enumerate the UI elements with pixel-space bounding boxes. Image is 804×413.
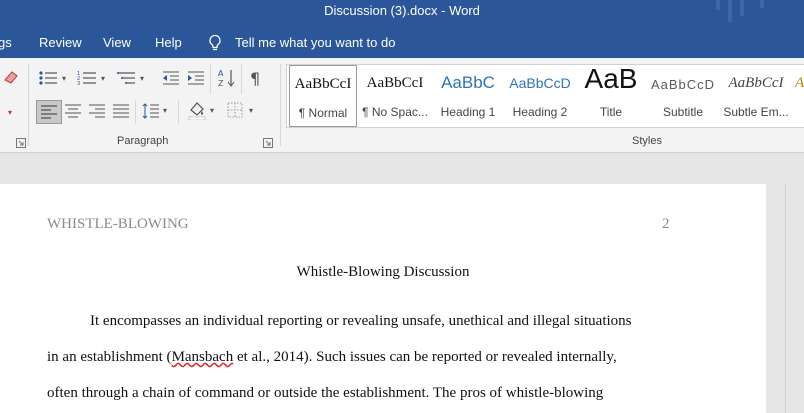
svg-text:Z: Z (218, 79, 224, 88)
chevron-down-icon[interactable]: ▾ (101, 74, 105, 83)
style-preview-cut: A (795, 75, 804, 91)
group-divider (135, 100, 136, 124)
spelling-error[interactable]: Mansbach (172, 349, 234, 365)
styles-group-label: Styles (632, 135, 662, 147)
chevron-down-icon[interactable]: ▾ (8, 108, 12, 117)
decor-stripe (760, 0, 764, 8)
align-left-icon (41, 105, 57, 119)
increase-indent-icon[interactable] (187, 70, 205, 86)
decor-stripe (728, 0, 732, 22)
style-name: Title (599, 105, 623, 119)
style-preview: AaBbCcI (366, 75, 424, 91)
style-name: Subtle Em... (723, 105, 789, 119)
style-subtle-emphasis[interactable]: AaBbCcI Subtle Em... (721, 65, 791, 125)
style-preview: AaBbCcI (294, 76, 352, 92)
style-preview: AaBbC (441, 73, 495, 92)
style-preview: AaBbCcD (650, 77, 716, 92)
style-preview: AaBbCcD (509, 75, 571, 91)
tab-help[interactable]: Help (155, 35, 182, 50)
chevron-down-icon[interactable]: ▾ (62, 74, 66, 83)
style-preview: AaB (584, 63, 638, 94)
tab-mailings[interactable]: gs (0, 35, 12, 50)
svg-text:3: 3 (77, 81, 80, 86)
chevron-down-icon[interactable]: ▾ (140, 74, 144, 83)
body-line[interactable]: often through a chain of command or outs… (47, 385, 603, 402)
lightbulb-icon[interactable] (207, 34, 223, 52)
style-partial[interactable]: A (795, 65, 804, 125)
style-name: Subtitle (662, 105, 704, 119)
tab-view[interactable]: View (103, 35, 131, 50)
ribbon: ▾ ▾ 123 ▾ ▾ AZ ¶ ▾ ▾ ▾ Paragraph AaBbCcI… (0, 58, 804, 153)
paragraph-group-label: Paragraph (117, 135, 169, 147)
chevron-down-icon[interactable]: ▾ (249, 106, 253, 115)
chevron-down-icon[interactable]: ▾ (163, 106, 167, 115)
style-preview: AaBbCcI (728, 75, 784, 91)
group-divider (178, 100, 179, 124)
align-left-button[interactable] (36, 100, 62, 124)
style-subtitle[interactable]: AaBbCcD Subtitle (647, 65, 719, 125)
bullets-icon[interactable] (38, 70, 58, 86)
pilcrow-icon[interactable]: ¶ (249, 69, 263, 87)
style-heading-2[interactable]: AaBbCcD Heading 2 (505, 65, 575, 125)
eraser-icon[interactable] (2, 68, 20, 86)
body-line[interactable]: It encompasses an individual reporting o… (90, 313, 632, 330)
dialog-launcher-icon[interactable] (263, 138, 273, 148)
decor-stripe (740, 0, 744, 16)
decor-stripe (716, 0, 720, 10)
ribbon-tabs: gs Review View Help Tell me what you wan… (0, 28, 804, 58)
shading-icon[interactable] (187, 100, 207, 120)
tell-me-search[interactable]: Tell me what you want to do (235, 35, 395, 50)
style-name: ¶ Normal (298, 106, 348, 120)
decrease-indent-icon[interactable] (162, 70, 180, 86)
group-divider (28, 64, 29, 146)
group-divider (280, 64, 281, 146)
body-text: et al., 2014). Such issues can be report… (233, 349, 617, 365)
running-header: WHISTLE-BLOWING (47, 216, 189, 232)
style-name: Heading 2 (512, 105, 568, 119)
line-spacing-icon[interactable] (142, 102, 160, 120)
align-right-icon[interactable] (89, 104, 105, 118)
style-name: ¶ No Spac... (362, 105, 428, 119)
style-normal[interactable]: AaBbCcI ¶ Normal (289, 65, 357, 127)
style-no-spacing[interactable]: AaBbCcI ¶ No Spac... (359, 65, 431, 125)
group-divider (241, 64, 242, 94)
styles-gallery: AaBbCcI ¶ Normal AaBbCcI ¶ No Spac... Aa… (286, 63, 804, 128)
body-line[interactable]: in an establishment (Mansbach et al., 20… (47, 349, 617, 366)
numbering-icon[interactable]: 123 (77, 70, 97, 86)
sort-icon[interactable]: AZ (218, 68, 236, 88)
body-text: in an establishment ( (47, 349, 172, 365)
borders-icon[interactable] (227, 102, 243, 118)
title-bar: Discussion (3).docx - Word (0, 0, 804, 28)
page-number: 2 (662, 216, 670, 232)
dialog-launcher-icon[interactable] (16, 138, 26, 148)
svg-text:¶: ¶ (250, 69, 260, 87)
tab-review[interactable]: Review (39, 35, 82, 50)
style-name: Heading 1 (440, 105, 496, 119)
svg-text:A: A (218, 69, 224, 78)
window-title: Discussion (3).docx - Word (324, 3, 480, 18)
justify-icon[interactable] (113, 104, 129, 118)
group-divider (210, 64, 211, 94)
multilevel-list-icon[interactable] (116, 70, 136, 86)
style-title[interactable]: AaB Title (577, 63, 645, 125)
style-heading-1[interactable]: AaBbC Heading 1 (433, 65, 503, 125)
document-title[interactable]: Whistle-Blowing Discussion (0, 264, 766, 281)
vertical-scrollbar[interactable] (785, 184, 804, 413)
align-center-icon[interactable] (65, 104, 81, 118)
chevron-down-icon[interactable]: ▾ (210, 106, 214, 115)
